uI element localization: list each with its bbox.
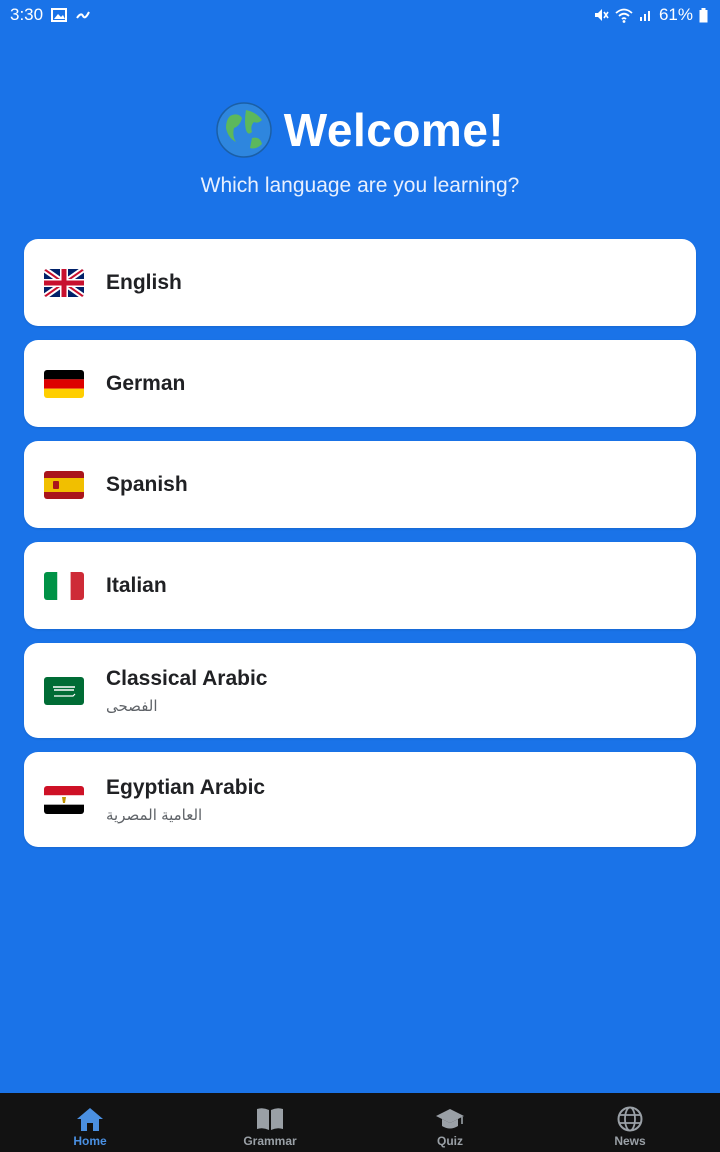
nav-label: Quiz bbox=[437, 1134, 463, 1148]
language-option-german[interactable]: German bbox=[24, 340, 696, 427]
italy-flag-icon bbox=[44, 571, 84, 600]
home-icon bbox=[76, 1106, 104, 1134]
language-name: Spanish bbox=[106, 472, 188, 496]
image-notification-icon bbox=[51, 8, 68, 22]
status-time: 3:30 bbox=[10, 5, 44, 24]
globe-icon bbox=[616, 1106, 644, 1134]
saudi-flag-icon bbox=[44, 676, 84, 705]
language-name: English bbox=[106, 270, 182, 294]
language-option-spanish[interactable]: Spanish bbox=[24, 441, 696, 528]
language-native-name: العامية المصرية bbox=[106, 806, 203, 824]
graduation-cap-icon bbox=[435, 1106, 465, 1134]
language-native-name: الفصحى bbox=[106, 697, 158, 715]
nav-label: Home bbox=[73, 1134, 107, 1148]
wifi-icon bbox=[615, 8, 633, 23]
bottom-navigation: Home Grammar Quiz News bbox=[0, 1093, 720, 1152]
egypt-flag-icon bbox=[44, 785, 84, 814]
language-option-classical-arabic[interactable]: Classical Arabic الفصحى bbox=[24, 643, 696, 738]
book-icon bbox=[255, 1106, 285, 1134]
usb-notification-icon bbox=[75, 8, 91, 22]
language-name: Egyptian Arabic bbox=[106, 775, 266, 799]
signal-icon bbox=[639, 8, 653, 22]
language-name: German bbox=[106, 371, 186, 395]
language-option-egyptian-arabic[interactable]: Egyptian Arabic العامية المصرية bbox=[24, 752, 696, 847]
page-title: Welcome! bbox=[283, 104, 505, 156]
nav-tab-grammar[interactable]: Grammar bbox=[180, 1093, 360, 1152]
germany-flag-icon bbox=[44, 369, 84, 398]
battery-percent: 61% bbox=[658, 5, 693, 24]
nav-label: Grammar bbox=[243, 1134, 297, 1148]
battery-icon bbox=[699, 7, 708, 23]
language-name: Italian bbox=[106, 573, 167, 597]
nav-tab-news[interactable]: News bbox=[540, 1093, 720, 1152]
nav-tab-home[interactable]: Home bbox=[0, 1093, 180, 1152]
language-option-italian[interactable]: Italian bbox=[24, 542, 696, 629]
uk-flag-icon bbox=[44, 268, 84, 297]
page-subtitle: Which language are you learning? bbox=[200, 174, 520, 197]
language-list: English German Spanish Italian Classical… bbox=[24, 239, 696, 861]
welcome-header: Welcome! Which language are you learning… bbox=[0, 100, 720, 198]
language-name: Classical Arabic bbox=[106, 666, 268, 690]
globe-emoji-icon bbox=[216, 102, 272, 158]
mute-icon bbox=[593, 7, 609, 23]
nav-label: News bbox=[614, 1134, 646, 1148]
status-bar: 3:30 61% bbox=[0, 0, 720, 32]
spain-flag-icon bbox=[44, 470, 84, 499]
nav-tab-quiz[interactable]: Quiz bbox=[360, 1093, 540, 1152]
language-option-english[interactable]: English bbox=[24, 239, 696, 326]
